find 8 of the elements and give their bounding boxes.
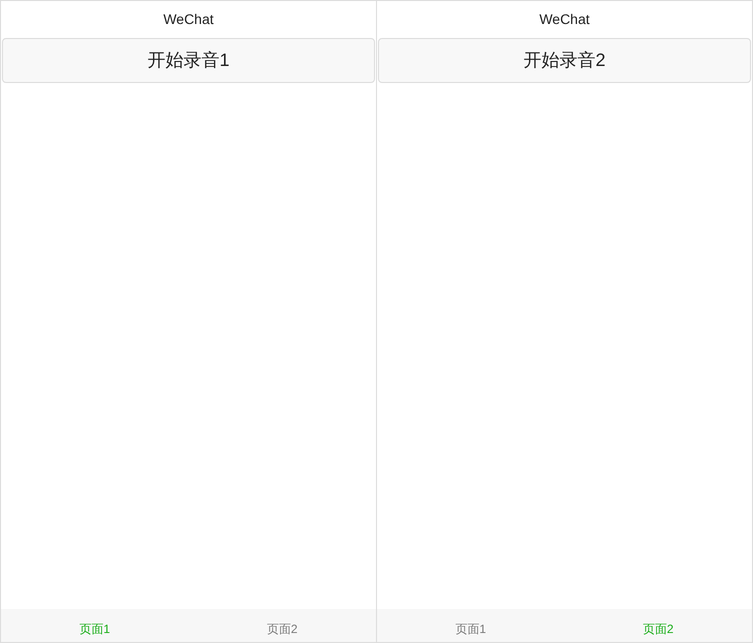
tab[interactable]: 页面1	[455, 620, 486, 638]
tab[interactable]: 页面2	[642, 620, 674, 638]
nav-title: WeChat	[163, 10, 214, 29]
nav-title: WeChat	[539, 10, 590, 29]
tab[interactable]: 页面1	[79, 620, 110, 638]
record-button[interactable]: 开始录音2	[378, 38, 751, 83]
tab[interactable]: 页面2	[266, 620, 298, 638]
record-button[interactable]: 开始录音1	[2, 38, 375, 83]
